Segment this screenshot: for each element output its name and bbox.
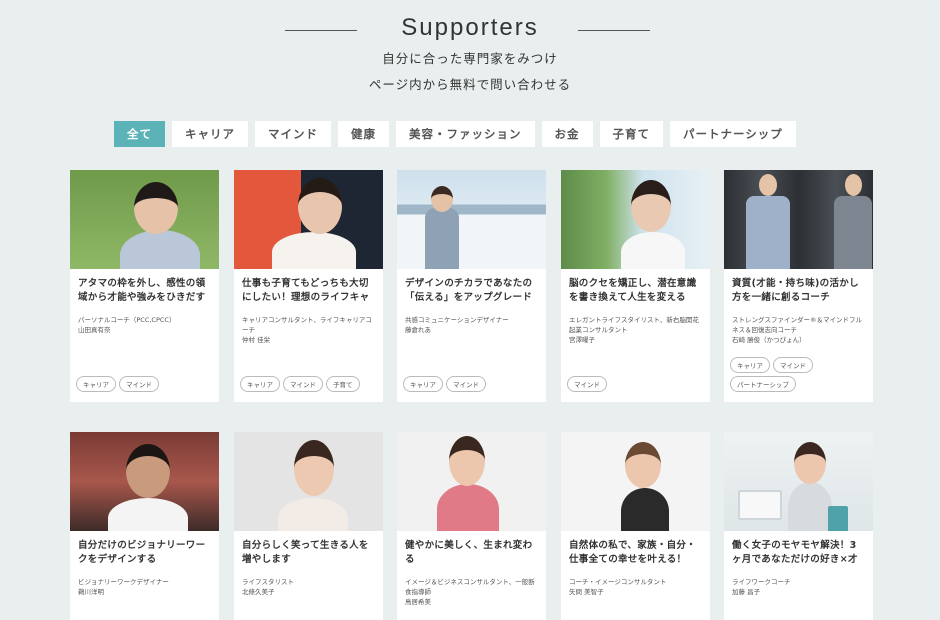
supporter-card[interactable]: 自分だけのビジョナリーワークをデザインする ビジョナリーワークデザイナー 鵜川洋… xyxy=(70,432,219,620)
card-role: ライフワークコーチ xyxy=(732,578,791,586)
supporter-photo xyxy=(70,432,219,531)
category-filters: 全て キャリア マインド 健康 美容・ファッション お金 子育て パートナーシッ… xyxy=(114,121,796,147)
supporter-photo xyxy=(397,170,546,269)
supporter-photo xyxy=(397,432,546,531)
card-name: 宮澤曜子 xyxy=(569,336,595,344)
filter-all[interactable]: 全て xyxy=(114,121,165,147)
card-name: 鵜川洋明 xyxy=(78,588,104,596)
supporter-card[interactable]: 働く女子のモヤモヤ解決！3ヶ月であなただけの好き×才 ライフワークコーチ 加藤 … xyxy=(724,432,873,620)
card-name: 山田真有奈 xyxy=(78,326,111,334)
card-role: 共感コミュニケーションデザイナー xyxy=(405,316,509,324)
supporter-card[interactable]: デザインのチカラであなたの「伝える」をアップグレード 共感コミュニケーションデザ… xyxy=(397,170,546,402)
card-tags: キャリア マインド xyxy=(403,376,541,392)
card-title: 働く女子のモヤモヤ解決！3ヶ月であなただけの好き×才 xyxy=(732,540,858,565)
tag[interactable]: キャリア xyxy=(76,376,116,392)
filter-health[interactable]: 健康 xyxy=(338,121,389,147)
card-tags: マインド xyxy=(567,376,705,392)
tag[interactable]: パートナーシップ xyxy=(730,376,796,392)
tag[interactable]: マインド xyxy=(119,376,159,392)
tag[interactable]: キャリア xyxy=(240,376,280,392)
title-divider-right xyxy=(578,30,650,31)
title-row: Supporters xyxy=(0,14,940,44)
supporter-card[interactable]: 自然体の私で、家族・自分・仕事全ての幸せを叶える！ コーチ・イメージコンサルタン… xyxy=(561,432,710,620)
supporter-card[interactable]: 健やかに美しく、生まれ変わる イメージ＆ビジネスコンサルタント、一般断食指導師 … xyxy=(397,432,546,620)
supporter-card[interactable]: アタマの枠を外し、感性の領域から才能や強みをひきだす パーソナルコーチ（PCC,… xyxy=(70,170,219,402)
supporter-card[interactable]: 仕事も子育てもどっちも大切にしたい！理想のライフキャ キャリアコンサルタント、ラ… xyxy=(234,170,383,402)
card-title: アタマの枠を外し、感性の領域から才能や強みをひきだす xyxy=(78,278,206,303)
supporter-photo xyxy=(234,170,383,269)
card-name: 北條久美子 xyxy=(242,588,275,596)
card-title: 仕事も子育てもどっちも大切にしたい！理想のライフキャ xyxy=(242,278,370,303)
tag[interactable]: マインド xyxy=(567,376,607,392)
card-tags: キャリア マインド 子育て xyxy=(240,376,378,392)
card-title: 自分らしく笑って生きる人を増やします xyxy=(242,540,369,565)
card-role: ビジョナリーワークデザイナー xyxy=(78,578,169,586)
card-title: 自分だけのビジョナリーワークをデザインする xyxy=(78,540,206,565)
supporter-card[interactable]: 資質(才能・持ち味)の活かし方を一緒に創るコーチ ストレングスファインダー®＆マ… xyxy=(724,170,873,402)
supporter-photo xyxy=(234,432,383,531)
filter-career[interactable]: キャリア xyxy=(172,121,248,147)
card-role: ライフスタリスト xyxy=(242,578,294,586)
tag[interactable]: キャリア xyxy=(403,376,443,392)
filter-beauty-fashion[interactable]: 美容・ファッション xyxy=(396,121,535,147)
card-title: デザインのチカラであなたの「伝える」をアップグレード xyxy=(405,278,533,303)
supporter-card[interactable]: 自分らしく笑って生きる人を増やします ライフスタリスト 北條久美子 xyxy=(234,432,383,620)
card-role: キャリアコンサルタント、ライフキャリアコーチ xyxy=(242,316,372,334)
tag[interactable]: キャリア xyxy=(730,357,770,373)
tag[interactable]: マインド xyxy=(773,357,813,373)
card-title: 脳のクセを矯正し、潜在意識を書き換えて人生を変える xyxy=(569,278,697,303)
card-name: 鳥居希美 xyxy=(405,598,431,606)
card-name: 加藤 昌子 xyxy=(732,588,761,596)
card-role: エレガントライフスタイリスト、新右脳開花起業コンサルタント xyxy=(569,316,699,334)
filter-money[interactable]: お金 xyxy=(541,121,593,147)
card-role: コーチ・イメージコンサルタント xyxy=(569,578,667,586)
card-role: ストレングスファインダー®＆マインドフルネス＆回復志向コーチ xyxy=(732,316,862,334)
supporter-photo xyxy=(561,170,710,269)
filter-partnership[interactable]: パートナーシップ xyxy=(670,121,796,147)
subtitle-line-1: 自分に合った専門家をみつけ xyxy=(382,51,558,66)
tag[interactable]: マインド xyxy=(283,376,323,392)
card-name: 仲村 佳栄 xyxy=(242,336,271,344)
supporter-photo xyxy=(70,170,219,269)
card-title: 自然体の私で、家族・自分・仕事全ての幸せを叶える！ xyxy=(569,540,697,565)
card-role: パーソナルコーチ（PCC,CPCC） xyxy=(78,316,176,324)
card-name: 石崎 勝俊（かつぴょん） xyxy=(732,336,806,344)
card-title: 健やかに美しく、生まれ変わる xyxy=(405,540,533,565)
filter-mind[interactable]: マインド xyxy=(255,121,331,147)
tag[interactable]: 子育て xyxy=(326,376,360,392)
filter-parenting[interactable]: 子育て xyxy=(599,121,663,147)
card-title: 資質(才能・持ち味)の活かし方を一緒に創るコーチ xyxy=(732,278,859,303)
card-role: イメージ＆ビジネスコンサルタント、一般断食指導師 xyxy=(405,578,535,596)
card-name: 矢問 美智子 xyxy=(569,588,604,596)
card-tags: キャリア マインド xyxy=(76,376,214,392)
card-tags: キャリア マインド パートナーシップ xyxy=(730,357,868,392)
subtitle-line-2: ページ内から無料で問い合わせる xyxy=(368,77,572,92)
supporter-photo xyxy=(724,432,873,531)
supporter-photo xyxy=(724,170,873,269)
card-name: 藤倉れあ xyxy=(405,326,431,334)
supporter-photo xyxy=(561,432,710,531)
supporter-card[interactable]: 脳のクセを矯正し、潜在意識を書き換えて人生を変える エレガントライフスタイリスト… xyxy=(561,170,710,402)
tag[interactable]: マインド xyxy=(446,376,486,392)
page-title: Supporters xyxy=(401,14,539,41)
